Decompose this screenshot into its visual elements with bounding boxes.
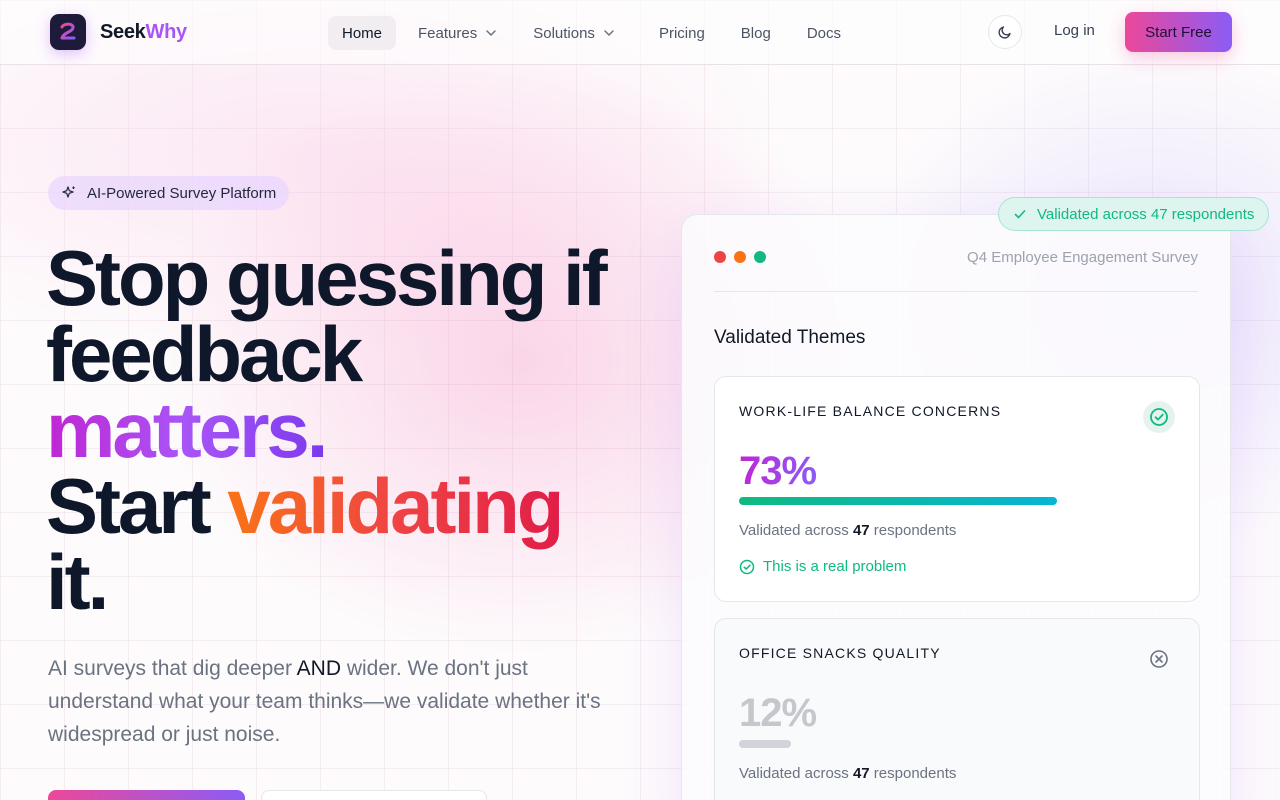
logo-icon (50, 14, 86, 50)
theme-progress-fill (739, 740, 792, 748)
nav-features[interactable]: Features (404, 16, 511, 50)
moon-icon (998, 26, 1011, 39)
headline-line-5: it. (46, 538, 109, 626)
survey-preview-panel: Q4 Employee Engagement Survey Validated … (681, 214, 1231, 800)
theme-meta: Validated across 47 respondents (739, 522, 956, 539)
start-free-button[interactable]: Start Free (1125, 12, 1232, 52)
theme-toggle-button[interactable] (988, 15, 1022, 49)
theme-verdict: This is a real problem (739, 558, 906, 575)
headline-line-4a: Start (46, 462, 228, 550)
theme-meta-prefix: Validated across (739, 522, 853, 539)
validated-themes-heading: Validated Themes (714, 327, 866, 348)
logo-text-why: Why (145, 20, 188, 43)
headline-highlight-matters: matters. (46, 386, 328, 474)
nav-solutions-label: Solutions (533, 24, 595, 42)
nav-pricing[interactable]: Pricing (645, 16, 719, 50)
nav-pricing-label: Pricing (658, 24, 705, 42)
theme-verdict-label: This is a real problem (763, 558, 907, 575)
validated-badge: Validated across 47 respondents (998, 197, 1270, 231)
headline-line-2: feedback (46, 310, 363, 398)
survey-title: Q4 Employee Engagement Survey (967, 249, 1198, 266)
hero-badge-label: AI-Powered Survey Platform (87, 184, 277, 202)
hero-primary-button[interactable] (48, 790, 245, 800)
x-circle-icon (1143, 643, 1175, 675)
nav-docs[interactable]: Docs (793, 16, 855, 50)
hero-secondary-button[interactable] (261, 790, 487, 800)
hero-badge: AI-Powered Survey Platform (48, 176, 290, 210)
theme-progress-track (739, 740, 1175, 748)
window-dot-red (714, 251, 726, 263)
theme-percentage: 73% (739, 449, 817, 493)
check-icon (1014, 210, 1026, 219)
headline-highlight-validating: validating (227, 462, 564, 550)
check-circle-icon (1143, 401, 1175, 433)
theme-progress-track (739, 497, 1175, 505)
nav-features-label: Features (418, 24, 478, 42)
hero-headline: Stop guessing if feedback matters. Start… (46, 234, 646, 626)
window-dot-green (754, 251, 766, 263)
theme-meta: Validated across 47 respondents (739, 765, 956, 782)
theme-name: WORK-LIFE BALANCE CONCERNS (739, 403, 1002, 419)
panel-divider (714, 291, 1198, 292)
theme-meta-suffix: respondents (869, 765, 957, 782)
logo-text-seek: Seek (100, 20, 146, 43)
main-menu: Home Features Solutions Pricing Blog Doc… (328, 16, 863, 50)
theme-meta-suffix: respondents (869, 522, 957, 539)
subtext-part-1: AI surveys that dig deeper (48, 657, 297, 680)
nav-solutions[interactable]: Solutions (519, 16, 629, 50)
nav-blog-label: Blog (740, 24, 771, 42)
theme-meta-prefix: Validated across (739, 765, 853, 782)
logo-text: SeekWhy (100, 21, 187, 44)
theme-card[interactable]: OFFICE SNACKS QUALITY 12% Validated acro… (714, 618, 1200, 800)
sparkle-icon (62, 186, 75, 198)
nav-blog[interactable]: Blog (727, 16, 785, 50)
nav-docs-label: Docs (806, 24, 842, 42)
hero-subtext: AI surveys that dig deeper AND wider. We… (48, 652, 608, 751)
theme-percentage: 12% (739, 691, 817, 735)
theme-card[interactable]: WORK-LIFE BALANCE CONCERNS 73% Validated… (714, 376, 1200, 602)
headline-line-1: Stop guessing if (46, 234, 608, 322)
nav-home[interactable]: Home (328, 16, 397, 50)
top-navigation: SeekWhy Home Features Solutions Pricing … (0, 0, 1280, 65)
check-circle-icon (739, 559, 755, 574)
theme-respondent-count: 47 (852, 765, 870, 782)
chevron-down-icon (486, 30, 496, 37)
window-dot-orange (734, 251, 746, 263)
window-dots (714, 251, 774, 263)
login-link[interactable]: Log in (1054, 22, 1095, 39)
subtext-emphasis: AND (296, 657, 341, 680)
chevron-down-icon (604, 30, 614, 37)
theme-progress-fill (739, 497, 1058, 505)
theme-respondent-count: 47 (852, 522, 870, 539)
nav-home-label: Home (342, 24, 383, 42)
theme-name: OFFICE SNACKS QUALITY (739, 645, 941, 661)
logo[interactable]: SeekWhy (50, 14, 187, 50)
validated-badge-label: Validated across 47 respondents (1037, 205, 1255, 223)
